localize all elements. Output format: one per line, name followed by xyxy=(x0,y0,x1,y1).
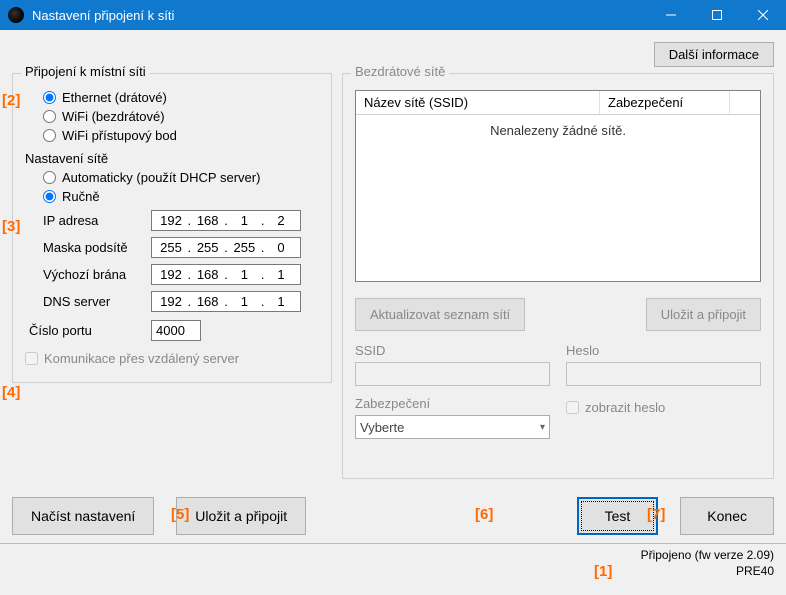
radio-auto-input[interactable] xyxy=(43,171,56,184)
more-info-button[interactable]: Další informace xyxy=(654,42,774,67)
wifi-table: Název sítě (SSID) Zabezpečení Nenalezeny… xyxy=(355,90,761,282)
maximize-button[interactable] xyxy=(694,0,740,30)
dns-b[interactable] xyxy=(193,294,223,309)
col-ssid[interactable]: Název sítě (SSID) xyxy=(356,91,600,114)
refresh-wifi-button: Aktualizovat seznam sítí xyxy=(355,298,525,331)
mask-row: Maska podsítě . . . xyxy=(43,237,319,258)
gw-b[interactable] xyxy=(193,267,223,282)
show-pass-input xyxy=(566,401,579,414)
wifi-legend: Bezdrátové sítě xyxy=(351,64,449,79)
col-sec[interactable]: Zabezpečení xyxy=(600,91,730,114)
gw-d[interactable] xyxy=(266,267,296,282)
app-icon xyxy=(8,7,24,23)
test-button[interactable]: Test xyxy=(577,497,659,535)
mask-d[interactable] xyxy=(266,240,296,255)
remote-check-input xyxy=(25,352,38,365)
ip-label: IP adresa xyxy=(43,213,143,228)
port-label: Číslo portu xyxy=(29,323,143,338)
sec-label: Zabezpečení xyxy=(355,396,550,411)
gw-a[interactable] xyxy=(156,267,186,282)
mask-b[interactable] xyxy=(193,240,223,255)
gw-label: Výchozí brána xyxy=(43,267,143,282)
dns-field[interactable]: . . . xyxy=(151,291,301,312)
titlebar: Nastavení připojení k síti xyxy=(0,0,786,30)
dns-d[interactable] xyxy=(266,294,296,309)
close-icon xyxy=(758,10,768,20)
statusbar: Připojeno (fw verze 2.09) PRE40 xyxy=(0,543,786,585)
show-pass-check: zobrazit heslo xyxy=(566,400,761,415)
mask-label: Maska podsítě xyxy=(43,240,143,255)
dns-c[interactable] xyxy=(229,294,259,309)
remote-check-label: Komunikace přes vzdálený server xyxy=(44,351,239,366)
remote-check: Komunikace přes vzdálený server xyxy=(25,351,319,366)
wifi-thead: Název sítě (SSID) Zabezpečení xyxy=(356,91,760,115)
dns-row: DNS server . . . xyxy=(43,291,319,312)
ip-row: IP adresa . . . xyxy=(43,210,319,231)
ip-a[interactable] xyxy=(156,213,186,228)
ip-d[interactable] xyxy=(266,213,296,228)
radio-ethernet-input[interactable] xyxy=(43,91,56,104)
gw-field[interactable]: . . . xyxy=(151,264,301,285)
radio-wifi-ap[interactable]: WiFi přístupový bod xyxy=(43,128,319,143)
mask-field[interactable]: . . . xyxy=(151,237,301,258)
radio-auto[interactable]: Automaticky (použít DHCP server) xyxy=(43,170,319,185)
port-input[interactable] xyxy=(151,320,201,341)
mask-c[interactable] xyxy=(229,240,259,255)
radio-wifi-ap-input[interactable] xyxy=(43,129,56,142)
maximize-icon xyxy=(712,10,722,20)
radio-manual-input[interactable] xyxy=(43,190,56,203)
radio-ethernet[interactable]: Ethernet (drátové) xyxy=(43,90,319,105)
status-line2: PRE40 xyxy=(641,564,774,580)
ssid-label: SSID xyxy=(355,343,550,358)
radio-ethernet-label: Ethernet (drátové) xyxy=(62,90,167,105)
ssid-input xyxy=(355,362,550,386)
radio-wifi[interactable]: WiFi (bezdrátové) xyxy=(43,109,319,124)
wifi-group: Bezdrátové sítě Název sítě (SSID) Zabezp… xyxy=(342,73,774,479)
ip-c[interactable] xyxy=(229,213,259,228)
col-pad xyxy=(730,91,760,114)
radio-wifi-ap-label: WiFi přístupový bod xyxy=(62,128,177,143)
minimize-button[interactable] xyxy=(648,0,694,30)
ip-field[interactable]: . . . xyxy=(151,210,301,231)
password-input xyxy=(566,362,761,386)
status-line1: Připojeno (fw verze 2.09) xyxy=(641,548,774,564)
port-row: Číslo portu xyxy=(25,320,319,341)
radio-wifi-input[interactable] xyxy=(43,110,56,123)
radio-manual-label: Ručně xyxy=(62,189,100,204)
show-pass-label: zobrazit heslo xyxy=(585,400,665,415)
radio-wifi-label: WiFi (bezdrátové) xyxy=(62,109,165,124)
lan-legend: Připojení k místní síti xyxy=(21,64,150,79)
pass-label: Heslo xyxy=(566,343,761,358)
load-settings-button[interactable]: Načíst nastavení xyxy=(12,497,154,535)
security-select-value: Vyberte xyxy=(360,420,404,435)
window-title: Nastavení připojení k síti xyxy=(32,8,648,23)
chevron-down-icon: ▾ xyxy=(540,422,545,433)
wifi-save-connect-button: Uložit a připojit xyxy=(646,298,761,331)
gw-row: Výchozí brána . . . xyxy=(43,264,319,285)
security-select[interactable]: Vyberte ▾ xyxy=(355,415,550,439)
close-dialog-button[interactable]: Konec xyxy=(680,497,774,535)
gw-c[interactable] xyxy=(229,267,259,282)
wifi-empty: Nenalezeny žádné sítě. xyxy=(356,115,760,281)
net-legend: Nastavení sítě xyxy=(25,151,319,166)
radio-manual[interactable]: Ručně xyxy=(43,189,319,204)
ip-b[interactable] xyxy=(193,213,223,228)
minimize-icon xyxy=(666,10,676,20)
radio-auto-label: Automaticky (použít DHCP server) xyxy=(62,170,260,185)
dns-a[interactable] xyxy=(156,294,186,309)
save-connect-button[interactable]: Uložit a připojit xyxy=(176,497,306,535)
close-button[interactable] xyxy=(740,0,786,30)
dns-label: DNS server xyxy=(43,294,143,309)
lan-group: Připojení k místní síti Ethernet (drátov… xyxy=(12,73,332,383)
mask-a[interactable] xyxy=(156,240,186,255)
